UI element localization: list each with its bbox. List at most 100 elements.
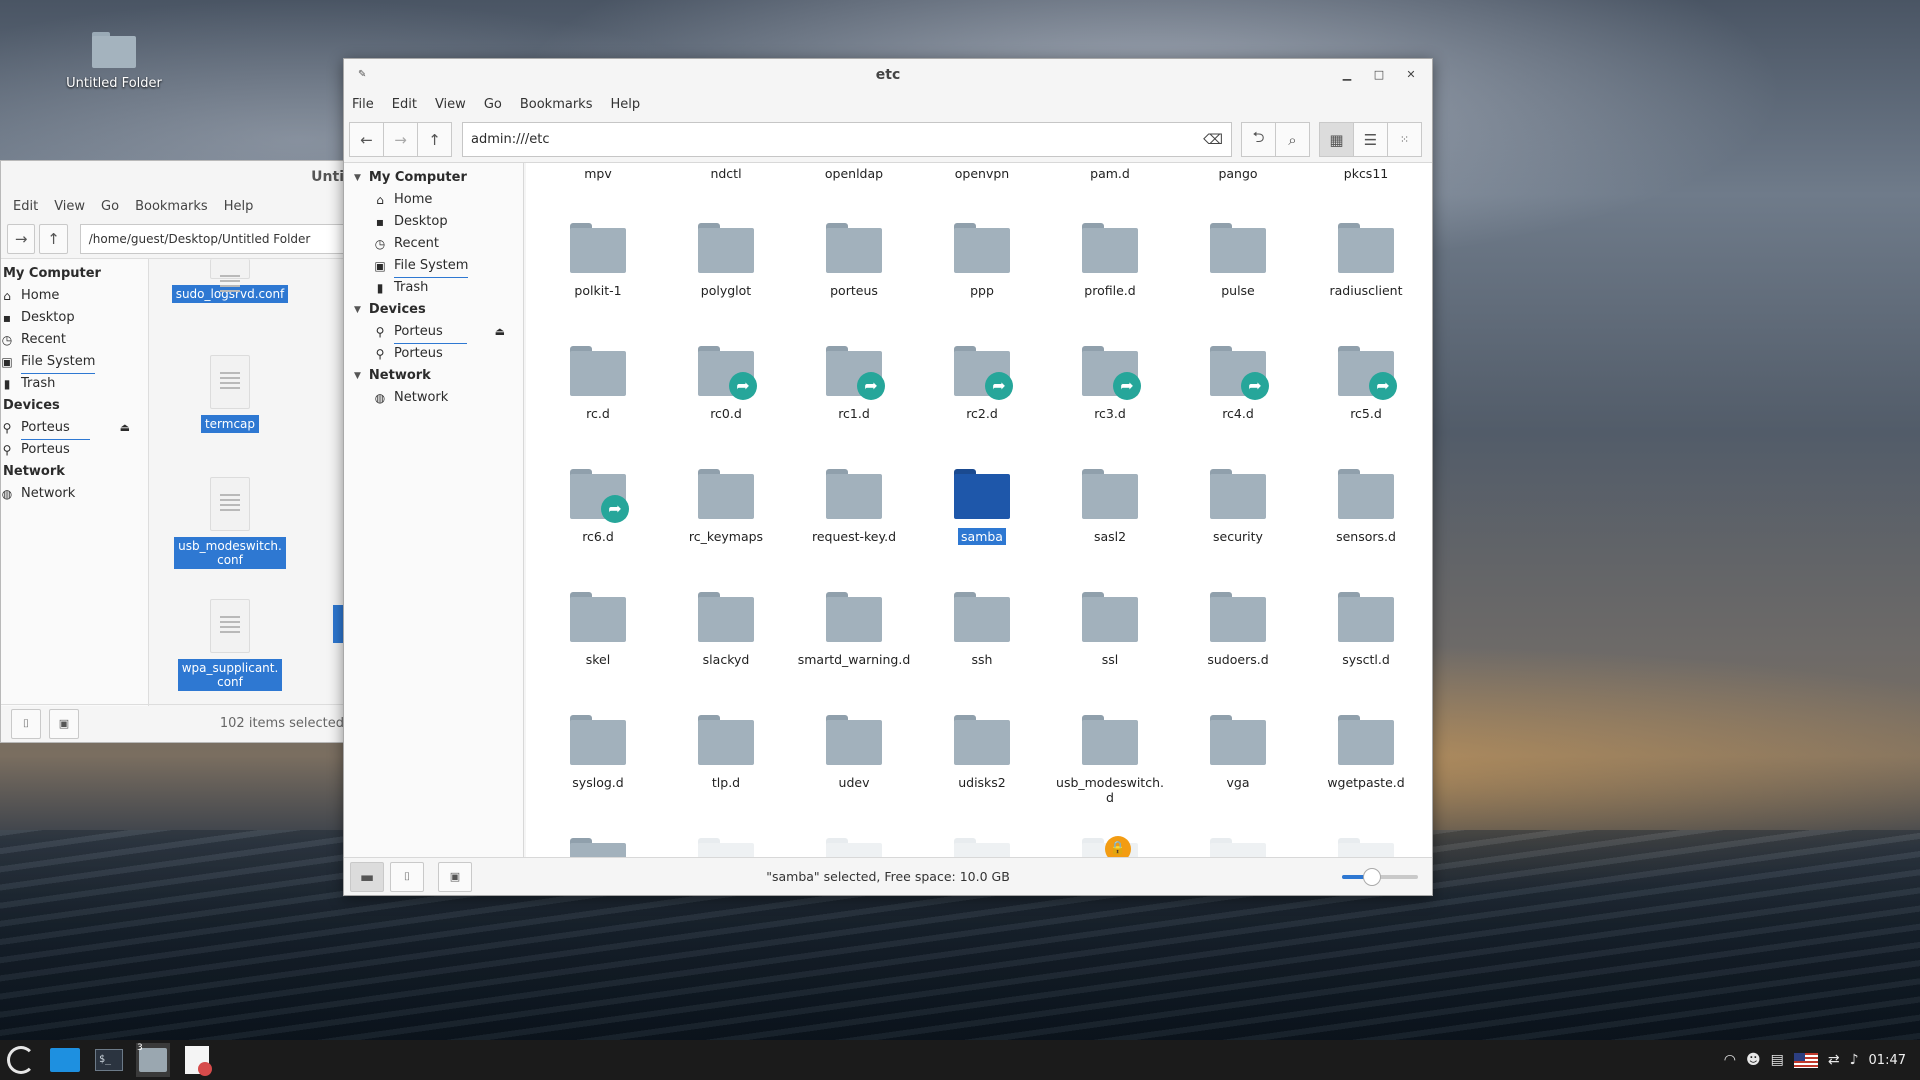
sidebar-toggle-button[interactable]: ▣	[438, 861, 472, 892]
minimize-icon[interactable]: ▁	[1334, 59, 1360, 91]
folder-item[interactable]: skel	[534, 592, 662, 668]
sidebar-item-file-system[interactable]: ▣ File System	[1, 351, 148, 374]
folder-item[interactable]: pkcs11	[1302, 165, 1430, 182]
folder-item[interactable]: security	[1174, 469, 1302, 545]
folder-item[interactable]: porteus	[790, 223, 918, 299]
sidebar-item-network[interactable]: ◍ Network	[344, 387, 523, 409]
pin-icon[interactable]: ✎	[358, 59, 366, 91]
sidebar-heading-devices[interactable]: ▼ Devices	[344, 299, 523, 321]
taskbar-files-group[interactable]: 3	[136, 1043, 170, 1077]
menu-view[interactable]: View	[54, 199, 85, 214]
file-manager-window[interactable]: ✎ etc ▁ □ ✕ File Edit View Go Bookmarks …	[343, 58, 1433, 896]
folder-item[interactable]: ➦ rc6.d	[534, 469, 662, 545]
folder-item[interactable]: pam.d	[1046, 165, 1174, 182]
folder-item[interactable]: ndctl	[662, 165, 790, 182]
folder-item[interactable]: openvpn	[918, 165, 1046, 182]
sidebar-item-network[interactable]: ◍ Network	[1, 483, 148, 505]
sidebar-item-porteus-2[interactable]: ⚲ Porteus	[344, 343, 523, 365]
folder-item[interactable]: syslog.d	[534, 715, 662, 791]
folder-item-partial[interactable]	[534, 838, 662, 857]
folder-item[interactable]: udev	[790, 715, 918, 791]
folder-item[interactable]: ppp	[918, 223, 1046, 299]
maximize-icon[interactable]: □	[1366, 59, 1392, 91]
compact-view-button[interactable]: ⁙	[1387, 122, 1422, 157]
folder-item-partial[interactable]: 🔒	[1046, 836, 1174, 857]
folder-item[interactable]: polyglot	[662, 223, 790, 299]
taskbar-file-manager[interactable]	[48, 1043, 82, 1077]
volume-icon[interactable]: ♪	[1850, 1052, 1859, 1068]
location-input[interactable]: admin:///etc ⌫	[462, 122, 1232, 157]
menu-go[interactable]: Go	[101, 199, 119, 214]
zoom-slider-handle[interactable]	[1363, 868, 1382, 886]
menu-edit[interactable]: Edit	[392, 97, 417, 112]
desktop-icon-untitled-folder[interactable]: Untitled Folder	[62, 26, 166, 91]
sidebar-heading-computer[interactable]: ▼ My Computer	[344, 167, 523, 189]
sidebar-item-trash[interactable]: ▮ Trash	[1, 373, 148, 395]
sidebar-item-porteus-2[interactable]: ⚲ Porteus	[1, 439, 148, 461]
forward-button[interactable]: →	[7, 223, 36, 254]
folder-item[interactable]: ➦ rc1.d	[790, 346, 918, 422]
list-view-button[interactable]: ☰	[1353, 122, 1388, 157]
file-icon-view[interactable]: mpv ndctl openldap openvpn pam.d pango pkcs11 p…	[526, 163, 1432, 857]
folder-item[interactable]: usb_modeswitch. d	[1046, 715, 1174, 806]
folder-item[interactable]: slackyd	[662, 592, 790, 668]
folder-item[interactable]: ➦ rc5.d	[1302, 346, 1430, 422]
clock[interactable]: 01:47	[1869, 1053, 1906, 1068]
taskbar-text-editor[interactable]	[180, 1043, 214, 1077]
sidebar-item-recent[interactable]: ◷ Recent	[344, 233, 523, 255]
toggle-location-button[interactable]: ⮌	[1241, 122, 1276, 157]
folder-item[interactable]: ➦ rc4.d	[1174, 346, 1302, 422]
menu-help[interactable]: Help	[610, 97, 640, 112]
user-icon[interactable]: ☻	[1746, 1052, 1761, 1068]
forward-button[interactable]: →	[383, 122, 418, 157]
menu-view[interactable]: View	[435, 97, 466, 112]
folder-item[interactable]: mpv	[534, 165, 662, 182]
back-button[interactable]: ←	[349, 122, 384, 157]
sidebar-item-porteus[interactable]: ⚲ Porteus ⏏	[344, 321, 523, 344]
menu-edit[interactable]: Edit	[13, 199, 38, 214]
location-input[interactable]: /home/guest/Desktop/Untitled Folder	[79, 223, 344, 254]
folder-item[interactable]: sasl2	[1046, 469, 1174, 545]
eject-icon[interactable]: ⏏	[120, 417, 130, 439]
folder-item[interactable]: ➦ rc3.d	[1046, 346, 1174, 422]
folder-item-selected[interactable]: samba	[918, 469, 1046, 545]
clear-location-icon[interactable]: ⌫	[1203, 132, 1223, 148]
folder-item[interactable]: radiusclient	[1302, 223, 1430, 299]
terminal-toggle-button[interactable]: ⌷	[11, 708, 41, 739]
sidebar-item-file-system[interactable]: ▣ File System	[344, 255, 523, 278]
folder-item[interactable]: rc.d	[534, 346, 662, 422]
folder-item[interactable]: smartd_warning.d	[790, 592, 918, 668]
folder-item[interactable]: ➦ rc0.d	[662, 346, 790, 422]
file-item[interactable]: usb_modeswitch. conf	[170, 477, 290, 569]
sidebar-item-home[interactable]: ⌂ Home	[1, 285, 148, 307]
folder-item[interactable]: wgetpaste.d	[1302, 715, 1430, 791]
places-toggle-button[interactable]: ▬	[350, 861, 384, 892]
sidebar-toggle-button[interactable]: ▣	[49, 708, 79, 739]
folder-item[interactable]: ssl	[1046, 592, 1174, 668]
folder-item[interactable]: rc_keymaps	[662, 469, 790, 545]
folder-item[interactable]: udisks2	[918, 715, 1046, 791]
folder-item[interactable]: ➦ rc2.d	[918, 346, 1046, 422]
folder-item[interactable]: pango	[1174, 165, 1302, 182]
sidebar-heading-network[interactable]: ▼ Network	[344, 365, 523, 387]
file-item[interactable]: sudo_logsrvd.conf	[170, 259, 290, 303]
eject-icon[interactable]: ⏏	[495, 321, 505, 343]
taskbar-terminal[interactable]: $_	[92, 1043, 126, 1077]
folder-item[interactable]: sysctl.d	[1302, 592, 1430, 668]
file-item[interactable]: wpa_supplicant. conf	[170, 599, 290, 691]
folder-item-partial[interactable]	[1174, 838, 1302, 857]
sidebar-item-desktop[interactable]: ▪ Desktop	[344, 211, 523, 233]
close-icon[interactable]: ✕	[1398, 59, 1424, 91]
terminal-toggle-button[interactable]: ⌷	[390, 861, 424, 892]
network-status-icon[interactable]: ⇄	[1828, 1052, 1840, 1068]
folder-item-partial[interactable]	[1302, 838, 1430, 857]
folder-item-partial[interactable]	[662, 838, 790, 857]
menu-bookmarks[interactable]: Bookmarks	[135, 199, 208, 214]
folder-item[interactable]: ssh	[918, 592, 1046, 668]
folder-item[interactable]: sensors.d	[1302, 469, 1430, 545]
sidebar-item-desktop[interactable]: ▪ Desktop	[1, 307, 148, 329]
folder-item[interactable]: openldap	[790, 165, 918, 182]
zoom-slider[interactable]	[1342, 868, 1418, 886]
sidebar-item-home[interactable]: ⌂ Home	[344, 189, 523, 211]
clipboard-icon[interactable]: ▤	[1771, 1052, 1784, 1068]
